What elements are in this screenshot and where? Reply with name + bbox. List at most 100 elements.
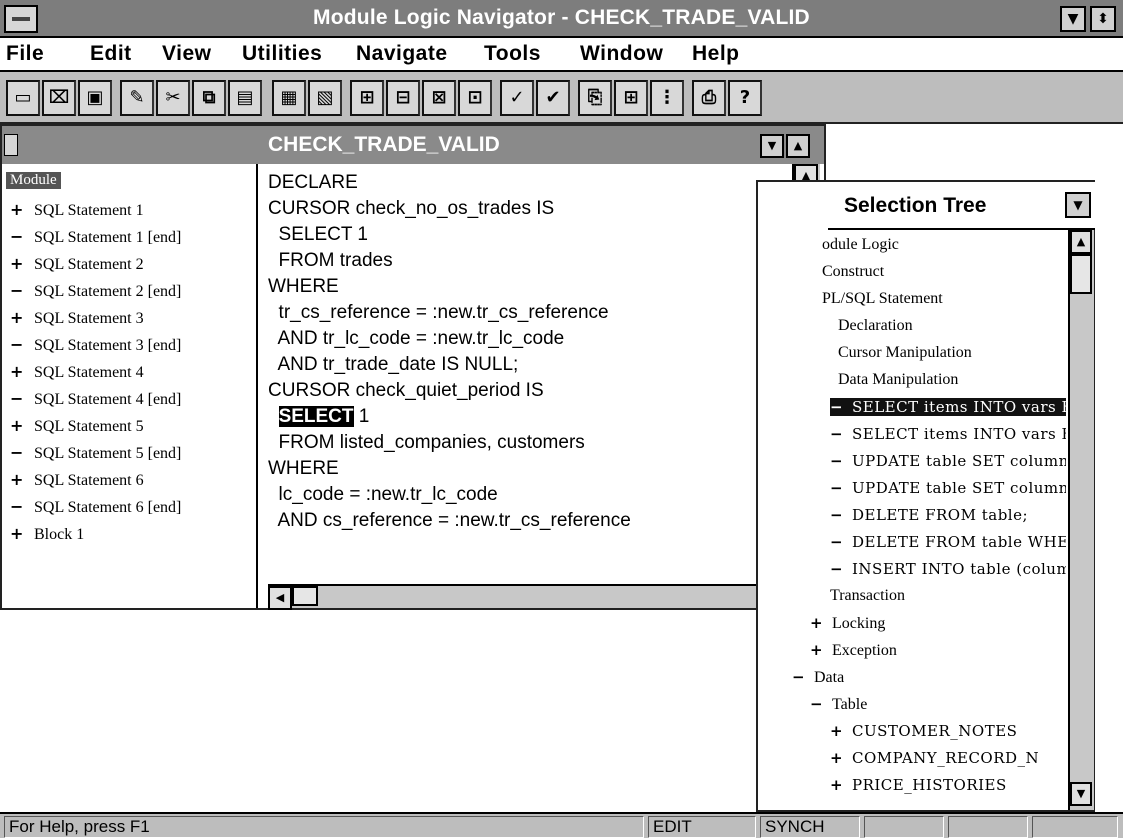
paste-icon[interactable]: ▤ — [228, 80, 262, 116]
help-icon[interactable]: ? — [728, 80, 762, 116]
tree-node[interactable]: − SQL Statement 5 [end] — [10, 443, 181, 463]
menu-view[interactable]: View — [162, 42, 211, 66]
check-all-icon[interactable]: ✔ — [536, 80, 570, 116]
selected-keyword: SELECT — [278, 406, 354, 427]
menu-utilities[interactable]: Utilities — [242, 42, 322, 66]
selection-tree-title: Selection Tree — [844, 194, 987, 217]
scroll-up-icon[interactable]: ▲ — [1070, 230, 1092, 254]
structure-icon[interactable]: ⋮ — [650, 80, 684, 116]
tree-item[interactable]: Transaction — [830, 587, 905, 605]
print-icon[interactable]: ⎙ — [692, 80, 726, 116]
tree-node[interactable]: + SQL Statement 3 — [10, 308, 144, 328]
tree-item[interactable]: Declaration — [838, 317, 913, 335]
code-editor[interactable]: DECLARE CURSOR check_no_os_trades IS SEL… — [260, 164, 792, 604]
title-bar: Module Logic Navigator - CHECK_TRADE_VAL… — [0, 0, 1123, 38]
open-folder-icon[interactable]: ⌧ — [42, 80, 76, 116]
minimize-icon[interactable]: ▼ — [1060, 6, 1086, 32]
dropdown-arrow-icon[interactable]: ▼ — [1065, 192, 1091, 218]
menu-tools[interactable]: Tools — [484, 42, 541, 66]
scroll-down-icon[interactable]: ▼ — [1070, 782, 1092, 806]
tree-item[interactable]: odule Logic — [822, 236, 899, 254]
status-pane — [1032, 816, 1118, 838]
tree-node[interactable]: + Block 1 — [10, 524, 84, 544]
table-icon[interactable]: ▦ — [272, 80, 306, 116]
tree-node[interactable]: + SQL Statement 4 — [10, 362, 144, 382]
code-line: SELECT 1 — [268, 224, 368, 245]
menu-edit[interactable]: Edit — [90, 42, 132, 66]
code-line: WHERE — [268, 458, 339, 479]
module-minimize-icon[interactable]: ▼ — [760, 134, 784, 158]
module-window-title: CHECK_TRADE_VALID — [268, 133, 500, 156]
tree-item[interactable]: Data Manipulation — [838, 371, 958, 389]
tree-item[interactable]: + PRICE_HISTORIES — [830, 776, 1007, 794]
expand-all-icon[interactable]: ⊠ — [422, 80, 456, 116]
report-icon[interactable]: ⊞ — [614, 80, 648, 116]
selection-tree-header: Selection Tree ▼ — [828, 182, 1095, 230]
code-line: DECLARE — [268, 172, 358, 193]
menu-window[interactable]: Window — [580, 42, 663, 66]
tree-item[interactable]: + CUSTOMER_NOTES — [830, 722, 1017, 740]
tree-node[interactable]: − SQL Statement 4 [end] — [10, 389, 181, 409]
menu-file[interactable]: File — [6, 42, 44, 66]
module-system-menu-icon[interactable] — [4, 134, 18, 156]
toolbar: ▭ ⌧ ▣ ✎ ✂ ⧉ ▤ ▦ ▧ ⊞ ⊟ ⊠ ⊡ ✓ ✔ ⎘ ⊞ ⋮ ⎙ ? — [0, 72, 1123, 124]
tree-item[interactable]: − INSERT INTO table (colum — [830, 560, 1066, 578]
tree-item[interactable]: PL/SQL Statement — [822, 290, 943, 308]
tree-node[interactable]: − SQL Statement 6 [end] — [10, 497, 181, 517]
status-sync: SYNCH — [760, 816, 860, 838]
hscroll-thumb[interactable] — [292, 586, 318, 606]
status-pane — [948, 816, 1028, 838]
generate-icon[interactable]: ⎘ — [578, 80, 612, 116]
tree-node[interactable]: − SQL Statement 1 [end] — [10, 227, 181, 247]
tree-node[interactable]: + SQL Statement 6 — [10, 470, 144, 490]
expand-icon[interactable]: ⊞ — [350, 80, 384, 116]
menu-navigate[interactable]: Navigate — [356, 42, 448, 66]
tree-item[interactable]: Construct — [822, 263, 884, 281]
selection-tree-list: odule Logic Construct PL/SQL Statement D… — [758, 230, 1066, 810]
tree-item[interactable]: − Table — [810, 695, 867, 714]
code-line: CURSOR check_quiet_period IS — [268, 380, 544, 401]
tree-node[interactable]: + SQL Statement 1 — [10, 200, 144, 220]
tree-node[interactable]: − SQL Statement 2 [end] — [10, 281, 181, 301]
code-horizontal-scrollbar[interactable]: ◀ ▶ — [268, 584, 796, 610]
code-line: FROM trades — [268, 250, 393, 271]
status-bar: For Help, press F1 EDIT SYNCH — [0, 812, 1123, 838]
tree-item[interactable]: + Locking — [810, 614, 885, 633]
code-line: CURSOR check_no_os_trades IS — [268, 198, 555, 219]
module-maximize-icon[interactable]: ▲ — [786, 134, 810, 158]
tree-item[interactable]: − DELETE FROM table; — [830, 506, 1028, 524]
tree-node[interactable]: + SQL Statement 2 — [10, 254, 144, 274]
scroll-thumb[interactable] — [1070, 254, 1092, 294]
new-file-icon[interactable]: ▭ — [6, 80, 40, 116]
maximize-icon[interactable]: ⬍ — [1090, 6, 1116, 32]
module-window: CHECK_TRADE_VALID ▼ ▲ Module + SQL Statem… — [0, 124, 826, 610]
collapse-icon[interactable]: ⊟ — [386, 80, 420, 116]
tree-item[interactable]: − UPDATE table SET column_ — [830, 479, 1066, 497]
tree-item[interactable]: − SELECT items INTO vars F — [830, 425, 1066, 443]
code-line: AND tr_trade_date IS NULL; — [268, 354, 519, 375]
tree-item[interactable]: − UPDATE table SET column_ — [830, 452, 1066, 470]
tree-node[interactable]: − SQL Statement 3 [end] — [10, 335, 181, 355]
tree-item[interactable]: − Data — [792, 668, 844, 687]
selection-vertical-scrollbar[interactable]: ▲ ▼ — [1068, 230, 1094, 810]
status-help-text: For Help, press F1 — [4, 816, 644, 838]
tree-item[interactable]: + COMPANY_RECORD_N — [830, 749, 1039, 767]
scroll-left-icon[interactable]: ◀ — [268, 586, 292, 610]
collapse-all-icon[interactable]: ⊡ — [458, 80, 492, 116]
save-disk-icon[interactable]: ▣ — [78, 80, 112, 116]
copy-icon[interactable]: ⧉ — [192, 80, 226, 116]
tree-node[interactable]: + SQL Statement 5 — [10, 416, 144, 436]
check-icon[interactable]: ✓ — [500, 80, 534, 116]
selection-tree-window: Selection Tree ▼ odule Logic Construct P… — [756, 180, 1095, 812]
tree-item[interactable]: Cursor Manipulation — [838, 344, 972, 362]
table-link-icon[interactable]: ▧ — [308, 80, 342, 116]
cut-scissors-icon[interactable]: ✂ — [156, 80, 190, 116]
code-line: tr_cs_reference = :new.tr_cs_reference — [268, 302, 609, 323]
tree-item[interactable]: + Exception — [810, 641, 897, 660]
tree-item-selected[interactable]: − SELECT items INTO vars F — [830, 398, 1066, 416]
code-line: AND tr_lc_code = :new.tr_lc_code — [268, 328, 565, 349]
edit-icon[interactable]: ✎ — [120, 80, 154, 116]
tree-root-module[interactable]: Module — [6, 172, 61, 189]
tree-item[interactable]: − DELETE FROM table WHE — [830, 533, 1066, 551]
menu-help[interactable]: Help — [692, 42, 740, 66]
